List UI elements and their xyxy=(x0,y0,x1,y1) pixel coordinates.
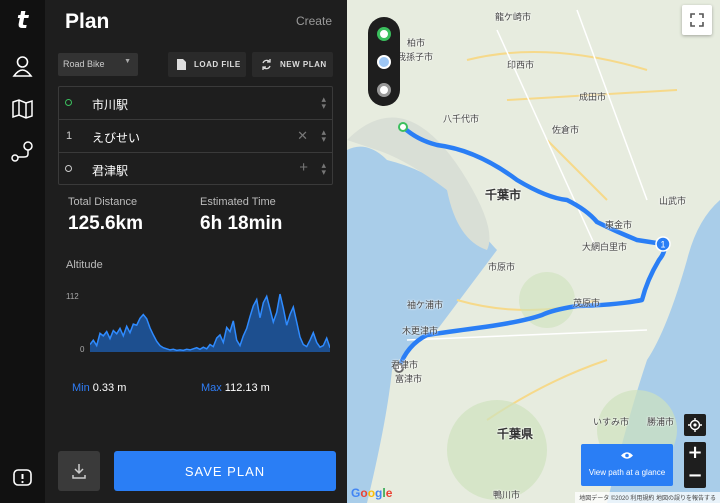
axis-bottom-label: 0 xyxy=(80,345,85,354)
map-place-label: 印西市 xyxy=(507,60,535,70)
min-altitude: Min 0.33 m xyxy=(72,382,126,394)
view-path-button[interactable]: View path at a glance xyxy=(581,444,673,486)
map-place-label: 袖ケ浦市 xyxy=(407,300,444,310)
altitude-chart[interactable] xyxy=(90,290,330,352)
fullscreen-icon xyxy=(690,13,704,27)
map-place-label: 東金市 xyxy=(605,220,633,230)
refresh-icon xyxy=(262,59,271,70)
stop-name: えびせい xyxy=(92,131,141,145)
chevron-down-icon: ▼ xyxy=(124,58,131,65)
end-marker-icon xyxy=(65,165,72,172)
map-place-label: 茂原市 xyxy=(573,298,601,308)
map-place-label: 柏市 xyxy=(407,38,426,48)
map-place-label: 八千代市 xyxy=(443,114,480,124)
waypoint-tool-icon[interactable] xyxy=(377,55,391,69)
altitude-label: Altitude xyxy=(66,259,103,271)
map-place-label: 千葉県 xyxy=(497,427,534,441)
max-label: Max xyxy=(201,382,222,394)
distance-value: 125.6km xyxy=(68,213,144,234)
start-marker-icon xyxy=(65,99,72,106)
page-title: Plan xyxy=(65,10,110,33)
new-plan-button[interactable]: NEW PLAN xyxy=(252,52,333,77)
waypoint-number: 1 xyxy=(66,130,73,142)
distance-label: Total Distance xyxy=(68,196,138,208)
google-logo: Google xyxy=(351,486,393,500)
map-place-label: 佐倉市 xyxy=(552,125,580,135)
download-icon xyxy=(72,464,86,479)
min-label: Min xyxy=(72,382,90,394)
my-location-button[interactable] xyxy=(684,414,706,436)
route-start-marker xyxy=(398,122,408,132)
stop-waypoint[interactable]: 1 えびせい ✕ ▴ ▾ xyxy=(59,120,332,153)
map-place-label: 我孫子市 xyxy=(397,52,434,62)
load-file-button[interactable]: LOAD FILE xyxy=(168,52,246,77)
max-altitude: Max 112.13 m xyxy=(201,382,270,394)
download-button[interactable] xyxy=(58,451,100,491)
crosshair-icon xyxy=(688,418,702,432)
map-place-label: 千葉市 xyxy=(485,188,522,202)
waypoint-marker-label: 1 xyxy=(660,240,665,250)
drag-handle-icon[interactable]: ▴ ▾ xyxy=(321,128,326,144)
plan-panel: Plan Create Road Bike ▼ LOAD FILE NEW PL… xyxy=(45,0,347,503)
app-logo[interactable]: t xyxy=(0,6,45,34)
new-plan-label: NEW PLAN xyxy=(280,60,327,69)
zoom-in-button[interactable]: + xyxy=(684,442,706,465)
map-place-label: 龍ケ崎市 xyxy=(495,12,532,22)
map-place-label: 鴨川市 xyxy=(493,490,521,500)
drag-handle-icon[interactable]: ▴ ▾ xyxy=(321,95,326,111)
altitude-area xyxy=(90,294,330,352)
bike-type-select[interactable]: Road Bike ▼ xyxy=(58,53,138,76)
zoom-controls: + − xyxy=(684,442,706,488)
max-value: 112.13 m xyxy=(224,382,270,394)
map-place-label: 勝浦市 xyxy=(647,417,675,427)
drag-handle-icon[interactable]: ▴ ▾ xyxy=(321,161,326,177)
map-place-label: 市原市 xyxy=(488,262,516,272)
stop-name: 市川駅 xyxy=(92,98,129,112)
view-path-label: View path at a glance xyxy=(588,468,666,477)
time-label: Estimated Time xyxy=(200,196,276,208)
user-icon[interactable] xyxy=(10,54,35,79)
add-stop-icon[interactable]: + xyxy=(299,159,308,176)
file-icon xyxy=(177,59,186,70)
min-value: 0.33 m xyxy=(92,382,127,394)
zoom-out-button[interactable]: − xyxy=(684,465,706,488)
stop-name: 君津駅 xyxy=(92,164,129,178)
load-file-label: LOAD FILE xyxy=(194,60,241,69)
create-link[interactable]: Create xyxy=(296,14,332,28)
save-plan-button[interactable]: SAVE PLAN xyxy=(114,451,336,491)
map-view[interactable]: 1 柏市我孫子市 龍ケ崎市印西市成田市佐倉市 八千代市千葉市東金市大網白里市市原市袖… xyxy=(347,0,720,503)
map-place-label: 山武市 xyxy=(659,196,687,206)
remove-stop-icon[interactable]: ✕ xyxy=(297,128,308,144)
map-place-label: 成田市 xyxy=(579,92,607,102)
icon-rail: t xyxy=(0,0,45,503)
map-place-label: 木更津市 xyxy=(402,326,439,336)
map-place-label: 君津市 xyxy=(391,360,419,370)
eye-icon xyxy=(621,452,633,459)
stop-end[interactable]: 君津駅 + ▴ ▾ xyxy=(59,153,332,186)
bike-type-value: Road Bike xyxy=(63,59,105,69)
route-stops-list: 市川駅 ▴ ▾ 1 えびせい ✕ ▴ ▾ 君津駅 + ▴ ▾ xyxy=(58,86,333,185)
feedback-icon[interactable] xyxy=(10,466,35,491)
route-icon[interactable] xyxy=(10,140,35,165)
map-place-label: いすみ市 xyxy=(593,417,630,427)
axis-top-label: 112 xyxy=(66,292,79,301)
end-point-tool-icon[interactable] xyxy=(377,83,391,97)
map-place-label: 富津市 xyxy=(395,374,423,384)
map-place-label: 大網白里市 xyxy=(582,242,628,252)
map-icon[interactable] xyxy=(10,96,35,121)
route-marker-toolbar xyxy=(368,17,400,106)
time-value: 6h 18min xyxy=(200,213,283,234)
fullscreen-button[interactable] xyxy=(682,5,712,35)
map-attribution[interactable]: 地図データ ©2020 利用規約 地図の誤りを報告する xyxy=(575,492,720,503)
start-point-tool-icon[interactable] xyxy=(377,27,391,41)
stop-start[interactable]: 市川駅 ▴ ▾ xyxy=(59,87,332,120)
